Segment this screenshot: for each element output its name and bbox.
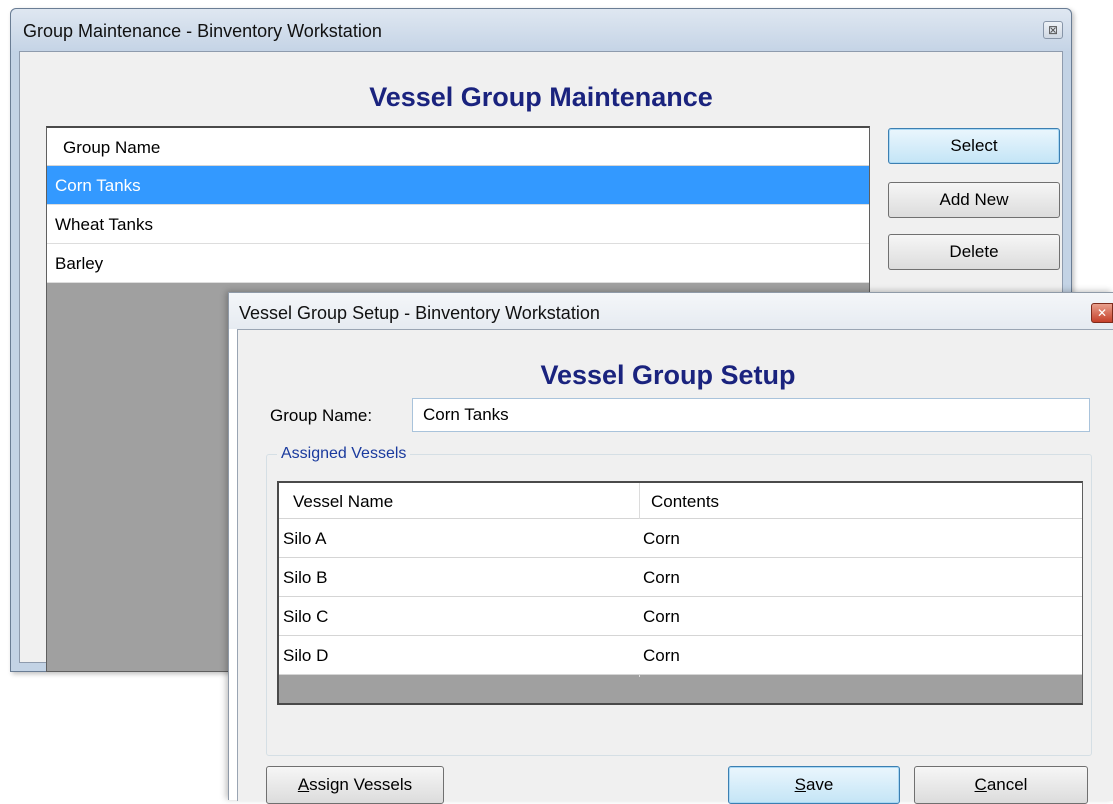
delete-button[interactable]: Delete bbox=[888, 234, 1060, 270]
list-item[interactable]: Wheat Tanks bbox=[47, 205, 869, 244]
assign-vessels-button[interactable]: Assign Vessels bbox=[266, 766, 444, 804]
table-row[interactable]: Silo A Corn bbox=[279, 519, 1082, 558]
vessel-grid[interactable]: Vessel Name Contents Silo A Corn Silo B … bbox=[277, 481, 1083, 705]
table-row[interactable]: Silo C Corn bbox=[279, 597, 1082, 636]
column-header-group-name[interactable]: Group Name bbox=[63, 138, 160, 158]
vessel-group-setup-window: Vessel Group Setup - Binventory Workstat… bbox=[228, 292, 1113, 804]
vessel-group-setup-client: Vessel Group Setup Group Name: Corn Tank… bbox=[237, 329, 1113, 804]
vessel-name-cell: Silo B bbox=[283, 568, 328, 587]
page-title: Vessel Group Setup bbox=[540, 360, 796, 390]
save-button[interactable]: Save bbox=[728, 766, 900, 804]
window-title: Vessel Group Setup - Binventory Workstat… bbox=[239, 303, 600, 323]
select-button[interactable]: Select bbox=[888, 128, 1060, 164]
assigned-vessels-label: Assigned Vessels bbox=[277, 445, 411, 463]
list-item[interactable]: Corn Tanks bbox=[47, 166, 869, 205]
vessel-group-setup-titlebar[interactable]: Vessel Group Setup - Binventory Workstat… bbox=[229, 293, 1113, 329]
list-item-label: Barley bbox=[55, 254, 104, 273]
contents-cell: Corn bbox=[643, 568, 680, 587]
list-header[interactable]: Group Name bbox=[47, 128, 869, 166]
grid-header: Vessel Name Contents bbox=[279, 483, 1082, 519]
list-item-label: Corn Tanks bbox=[55, 176, 141, 195]
close-icon[interactable]: ✕ bbox=[1091, 303, 1113, 323]
vessel-name-cell: Silo A bbox=[283, 529, 327, 548]
vessel-name-cell: Silo C bbox=[283, 607, 329, 626]
table-row[interactable]: Silo B Corn bbox=[279, 558, 1082, 597]
close-icon[interactable]: ⊠ bbox=[1043, 21, 1063, 39]
window-title: Group Maintenance - Binventory Workstati… bbox=[23, 21, 382, 41]
page-title: Vessel Group Maintenance bbox=[369, 82, 713, 112]
column-header-contents[interactable]: Contents bbox=[651, 492, 719, 512]
group-maintenance-titlebar[interactable]: Group Maintenance - Binventory Workstati… bbox=[11, 9, 1071, 51]
add-new-button[interactable]: Add New bbox=[888, 182, 1060, 218]
contents-cell: Corn bbox=[643, 529, 680, 548]
group-name-input[interactable]: Corn Tanks bbox=[412, 398, 1090, 432]
cancel-button[interactable]: Cancel bbox=[914, 766, 1088, 804]
contents-cell: Corn bbox=[643, 607, 680, 626]
group-name-label: Group Name: bbox=[270, 406, 373, 425]
assigned-vessels-groupbox: Assigned Vessels Vessel Name Contents Si… bbox=[266, 445, 1092, 756]
table-row[interactable]: Silo D Corn bbox=[279, 636, 1082, 675]
vessel-name-cell: Silo D bbox=[283, 646, 329, 665]
list-item[interactable]: Barley bbox=[47, 244, 869, 283]
column-header-vessel-name[interactable]: Vessel Name bbox=[293, 492, 393, 512]
contents-cell: Corn bbox=[643, 646, 680, 665]
list-item-label: Wheat Tanks bbox=[55, 215, 153, 234]
